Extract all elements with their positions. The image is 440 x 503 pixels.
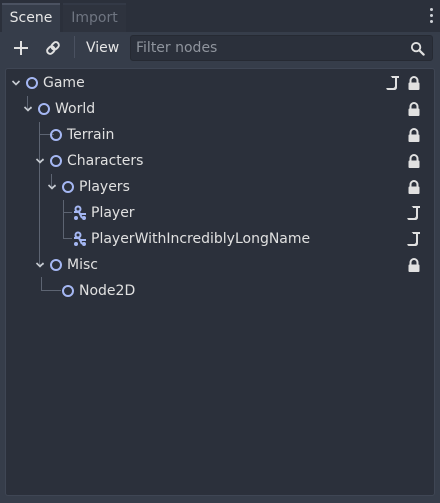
node-name: PlayerWithIncrediblyLongName	[91, 231, 311, 247]
tab-scene[interactable]: Scene	[2, 3, 60, 32]
lock-icon[interactable]	[406, 179, 422, 195]
node-name: Players	[79, 179, 130, 195]
tree-item-node2d[interactable]: Node2D	[6, 278, 434, 304]
plus-icon	[14, 41, 28, 55]
script-icon[interactable]	[385, 75, 401, 91]
instanced-scene-icon	[74, 205, 86, 220]
link-icon	[46, 41, 60, 55]
scene-toolbar: View	[0, 32, 440, 64]
instance-scene-button[interactable]	[39, 36, 67, 60]
kebab-menu-icon[interactable]	[430, 8, 434, 24]
lock-icon[interactable]	[406, 75, 422, 91]
tree-item-player-long-name[interactable]: PlayerWithIncrediblyLongName	[6, 226, 434, 252]
node-name: World	[55, 101, 96, 117]
scene-tree: Game World Terrain Characters Players Pl…	[5, 68, 435, 496]
node-name: Terrain	[67, 127, 115, 143]
script-icon[interactable]	[406, 205, 422, 221]
chevron-down-icon[interactable]	[11, 78, 21, 88]
node-icon	[26, 77, 38, 89]
chevron-down-icon[interactable]	[23, 104, 33, 114]
tab-bar: Scene Import	[0, 0, 440, 32]
lock-icon[interactable]	[406, 101, 422, 117]
tree-item-players[interactable]: Players	[6, 174, 434, 200]
toolbar-separator	[74, 36, 75, 58]
script-icon[interactable]	[406, 231, 422, 247]
tree-item-world[interactable]: World	[6, 96, 434, 122]
tree-item-player[interactable]: Player	[6, 200, 434, 226]
filter-nodes-input[interactable]	[136, 37, 401, 59]
add-node-button[interactable]	[7, 36, 35, 60]
tree-item-game[interactable]: Game	[6, 70, 434, 96]
node-icon	[62, 285, 74, 297]
tab-import[interactable]: Import	[63, 3, 126, 32]
node-name: Player	[91, 205, 135, 221]
lock-icon[interactable]	[406, 153, 422, 169]
node-icon	[50, 129, 62, 141]
chevron-down-icon[interactable]	[35, 156, 45, 166]
tree-item-terrain[interactable]: Terrain	[6, 122, 434, 148]
node-icon	[38, 103, 50, 115]
node-icon	[50, 259, 62, 271]
filter-box	[130, 35, 433, 61]
node-name: Misc	[67, 257, 98, 273]
view-menu-button[interactable]: View	[80, 36, 125, 60]
node-name: Node2D	[79, 283, 136, 299]
tree-item-characters[interactable]: Characters	[6, 148, 434, 174]
lock-icon[interactable]	[406, 257, 422, 273]
tree-item-misc[interactable]: Misc	[6, 252, 434, 278]
chevron-down-icon[interactable]	[47, 182, 57, 192]
instanced-scene-icon	[74, 231, 86, 246]
node-icon	[50, 155, 62, 167]
lock-icon[interactable]	[406, 127, 422, 143]
node-icon	[62, 181, 74, 193]
node-name: Characters	[67, 153, 144, 169]
node-name: Game	[43, 75, 85, 91]
search-icon	[410, 41, 425, 56]
chevron-down-icon[interactable]	[35, 260, 45, 270]
